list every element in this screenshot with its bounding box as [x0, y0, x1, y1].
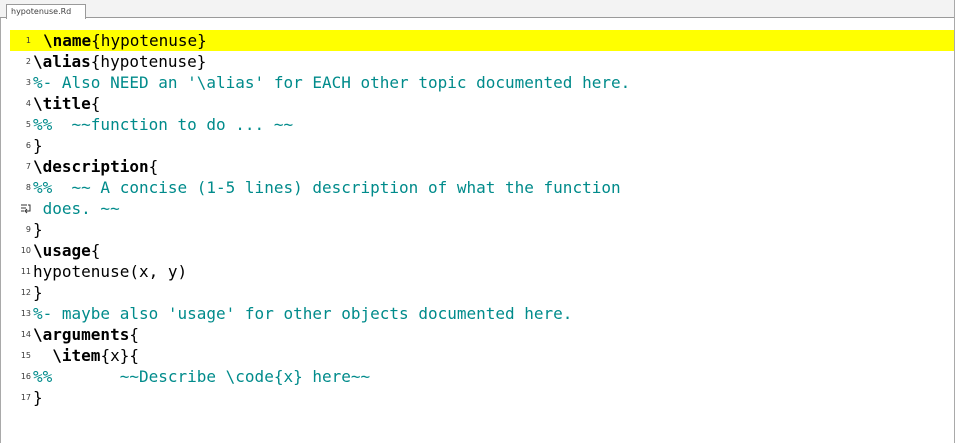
code-line[interactable]: 2 \alias{hypotenuse}	[0, 51, 954, 72]
line-number: 2	[25, 57, 31, 66]
code-text: {	[90, 241, 101, 260]
rd-command: \arguments	[33, 325, 130, 344]
code-line[interactable]: 4 \title{	[0, 93, 954, 114]
code-line[interactable]: 7 \description{	[0, 156, 954, 177]
tab-bar: hypotenuse.Rd	[0, 0, 954, 19]
line-number: 11	[20, 267, 31, 276]
code-text: }	[33, 220, 43, 239]
comment-text: does. ~~	[33, 199, 120, 218]
line-number: 3	[25, 78, 31, 87]
code-text: {	[90, 94, 101, 113]
comment-text: %- maybe also 'usage' for other objects …	[33, 304, 573, 323]
code-line[interactable]: 17 }	[0, 387, 954, 408]
line-number: 12	[20, 288, 31, 297]
rd-command: \usage	[33, 241, 91, 260]
code-text: {	[148, 157, 159, 176]
line-number: 9	[25, 225, 31, 234]
line-number: 8	[25, 183, 31, 192]
code-text: {hypotenuse}	[90, 52, 207, 71]
line-number: 6	[25, 141, 31, 150]
code-text: }	[33, 283, 43, 302]
code-text: {	[129, 325, 139, 344]
code-line[interactable]: 3 %- Also NEED an '\alias' for EACH othe…	[0, 72, 954, 93]
comment-text: %- Also NEED an '\alias' for EACH other …	[33, 73, 631, 92]
comment-text: %% ~~ A concise (1-5 lines) description …	[33, 178, 621, 197]
code-text: {x}{	[100, 346, 139, 365]
code-line[interactable]: 5 %% ~~function to do ... ~~	[0, 114, 954, 135]
rd-command: \description	[33, 157, 149, 176]
code-line[interactable]: 14 \arguments{	[0, 324, 954, 345]
rd-command: \item	[52, 346, 101, 365]
code-line[interactable]: 15 \item{x}{	[0, 345, 954, 366]
code-line[interactable]: 9 }	[0, 219, 954, 240]
code-editor[interactable]: 1 \name{hypotenuse} 2 \alias{hypotenuse}…	[0, 30, 954, 444]
rd-command: \title	[33, 94, 91, 113]
code-line[interactable]: 6 }	[0, 135, 954, 156]
code-text: hypotenuse(x, y)	[33, 262, 188, 281]
code-line[interactable]: 13 %- maybe also 'usage' for other objec…	[0, 303, 954, 324]
line-number: 17	[20, 393, 31, 402]
line-number: 7	[25, 162, 31, 171]
code-text: {hypotenuse}	[91, 31, 207, 50]
line-wrap-icon	[21, 204, 31, 214]
line-number: 10	[20, 246, 31, 255]
tab-hypotenuse-rd[interactable]: hypotenuse.Rd	[6, 4, 86, 19]
code-line[interactable]: 16 %% ~~Describe \code{x} here~~	[0, 366, 954, 387]
code-line[interactable]: 1 \name{hypotenuse}	[10, 30, 954, 51]
rd-command: \name	[43, 31, 92, 50]
comment-text: %% ~~Describe \code{x} here~~	[33, 367, 371, 386]
code-line[interactable]: 11 hypotenuse(x, y)	[0, 261, 954, 282]
code-line[interactable]: 10 \usage{	[0, 240, 954, 261]
code-text: }	[33, 388, 43, 407]
code-line-wrapped[interactable]: does. ~~	[0, 198, 954, 219]
comment-text: %% ~~function to do ... ~~	[33, 115, 294, 134]
line-number: 16	[20, 372, 31, 381]
code-text: }	[33, 136, 43, 155]
line-number: 14	[20, 330, 31, 339]
rd-command: \alias	[33, 52, 91, 71]
line-number: 15	[20, 351, 31, 360]
code-line[interactable]: 8 %% ~~ A concise (1-5 lines) descriptio…	[0, 177, 954, 198]
line-number: 5	[25, 120, 31, 129]
line-number: 1	[25, 36, 31, 45]
line-number: 4	[25, 99, 31, 108]
line-number: 13	[20, 309, 31, 318]
code-line[interactable]: 12 }	[0, 282, 954, 303]
